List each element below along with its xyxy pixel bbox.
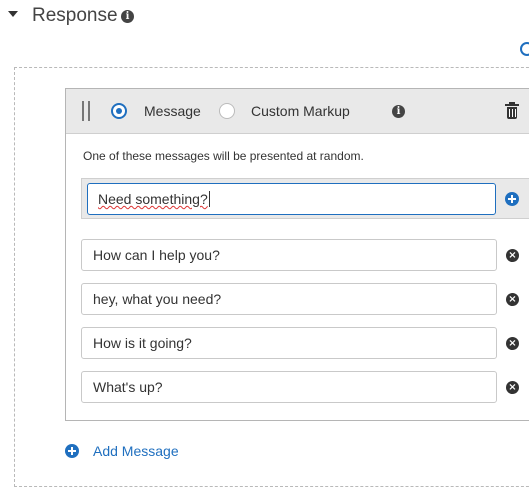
radio-custom-markup-label: Custom Markup — [251, 103, 350, 119]
active-message-row: Need something? — [81, 178, 529, 219]
remove-x-icon[interactable]: × — [506, 249, 519, 262]
random-hint: One of these messages will be presented … — [83, 149, 364, 163]
collapse-caret-icon[interactable] — [8, 11, 18, 17]
add-message-plus-icon — [65, 444, 79, 458]
info-icon[interactable]: i — [392, 105, 405, 118]
trash-icon[interactable] — [505, 102, 519, 120]
add-message-label: Add Message — [93, 443, 179, 459]
radio-message-label: Message — [144, 103, 201, 119]
message-input[interactable]: What's up? — [81, 371, 497, 403]
remove-x-icon[interactable]: × — [506, 293, 519, 306]
section-title: Response — [32, 5, 118, 26]
message-input[interactable]: How can I help you? — [81, 239, 497, 271]
radio-message[interactable] — [111, 103, 127, 119]
remove-x-icon[interactable]: × — [506, 381, 519, 394]
add-variant-plus-icon[interactable] — [505, 192, 519, 206]
message-card: Message Custom Markup i One of these mes… — [65, 88, 529, 421]
response-section-header[interactable]: Response i — [0, 0, 529, 32]
message-input-active[interactable]: Need something? — [87, 183, 496, 215]
active-message-text: Need something? — [98, 191, 208, 207]
drag-handle-icon[interactable] — [82, 101, 90, 121]
remove-x-icon[interactable]: × — [506, 337, 519, 350]
info-icon[interactable]: i — [121, 10, 134, 23]
card-toolbar: Message Custom Markup i — [66, 89, 529, 134]
message-input[interactable]: How is it going? — [81, 327, 497, 359]
radio-custom-markup[interactable] — [219, 103, 235, 119]
help-circle-icon[interactable] — [520, 42, 529, 56]
message-input[interactable]: hey, what you need? — [81, 283, 497, 315]
